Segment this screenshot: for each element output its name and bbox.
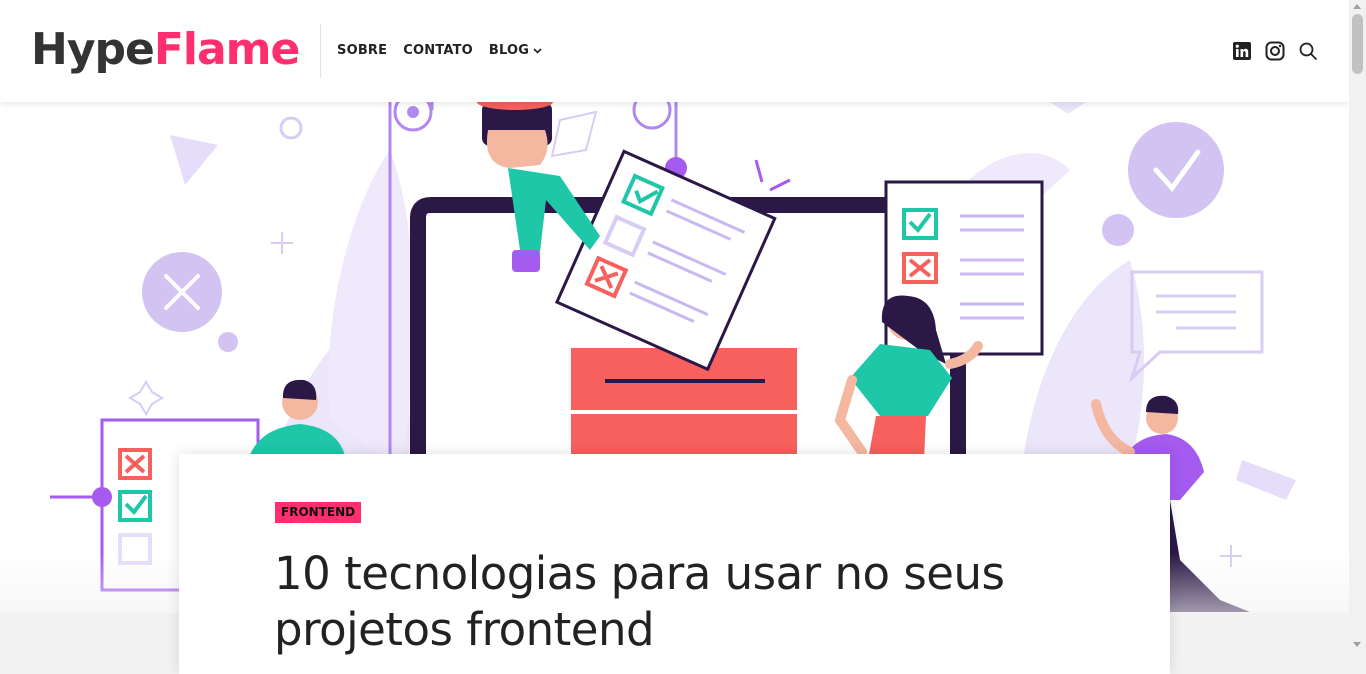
scroll-thumb[interactable] (1352, 14, 1363, 74)
site-logo[interactable]: HypeFlame (31, 22, 301, 78)
header-divider (320, 24, 321, 78)
chevron-down-icon (533, 47, 542, 54)
scroll-up-icon[interactable] (1353, 4, 1361, 9)
scroll-down-icon[interactable] (1353, 642, 1361, 647)
logo-part-hype: Hype (31, 24, 155, 75)
nav-item-label: CONTATO (403, 43, 473, 58)
post-title[interactable]: 10 tecnologias para usar no seus projeto… (274, 546, 1094, 658)
nav-item-blog[interactable]: BLOG (489, 43, 542, 58)
search-icon[interactable] (1297, 40, 1318, 61)
nav-item-sobre[interactable]: SOBRE (337, 43, 387, 58)
nav-item-label: SOBRE (337, 43, 388, 58)
category-badge[interactable]: FRONTEND (275, 502, 362, 523)
site-header: HypeFlame SOBRE CONTATO BLOG (0, 0, 1349, 102)
header-icons (1231, 40, 1318, 61)
linkedin-icon[interactable] (1231, 40, 1252, 61)
page-scrollbar[interactable] (1349, 0, 1366, 651)
nav-item-label: BLOG (488, 43, 530, 58)
nav-item-contato[interactable]: CONTATO (403, 43, 473, 58)
logo-part-flame: Flame (153, 24, 301, 75)
post-card: FRONTEND 10 tecnologias para usar no seu… (179, 454, 1170, 674)
instagram-icon[interactable] (1264, 40, 1285, 61)
main-nav: SOBRE CONTATO BLOG (337, 43, 542, 58)
